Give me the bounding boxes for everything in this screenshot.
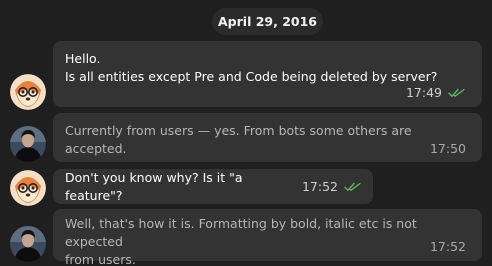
message-text: Currently from users — yes. From bots so… — [65, 123, 412, 156]
person-avatar-icon — [10, 226, 46, 262]
avatar[interactable] — [10, 126, 46, 162]
message-meta: 17:49 — [406, 86, 465, 100]
message-meta: 17:50 — [430, 142, 466, 156]
message-time: 17:52 — [429, 239, 466, 254]
message-time: 17:52 — [301, 178, 338, 194]
message-text: Don't you know why? Is it "a feature"? — [65, 169, 243, 203]
message-text: Well, that's how it is. Formatting by bo… — [65, 216, 417, 266]
message-time: 17:50 — [429, 141, 466, 156]
date-separator: April 29, 2016 — [212, 8, 323, 35]
fox-avatar-icon — [10, 170, 46, 206]
date-separator-label: April 29, 2016 — [218, 14, 317, 29]
message-meta: 17:52 — [430, 240, 466, 254]
message-meta: 17:52 — [301, 178, 361, 194]
chat-history: April 29, 2016 Hello. Is all entities ex… — [0, 0, 492, 266]
message-text: Hello. Is all entities except Pre and Co… — [65, 51, 438, 84]
fox-avatar-icon — [10, 74, 46, 110]
avatar[interactable] — [10, 226, 46, 262]
avatar[interactable] — [10, 170, 46, 206]
double-check-icon — [344, 182, 361, 192]
message-bubble[interactable]: Don't you know why? Is it "a feature"? 1… — [53, 169, 373, 204]
double-check-icon — [448, 88, 465, 98]
avatar[interactable] — [10, 74, 46, 110]
person-avatar-icon — [10, 126, 46, 162]
message-bubble[interactable]: Currently from users — yes. From bots so… — [53, 113, 482, 162]
message-bubble[interactable]: Well, that's how it is. Formatting by bo… — [53, 209, 482, 266]
message-bubble[interactable]: Hello. Is all entities except Pre and Co… — [53, 41, 482, 107]
message-time: 17:49 — [405, 85, 442, 100]
